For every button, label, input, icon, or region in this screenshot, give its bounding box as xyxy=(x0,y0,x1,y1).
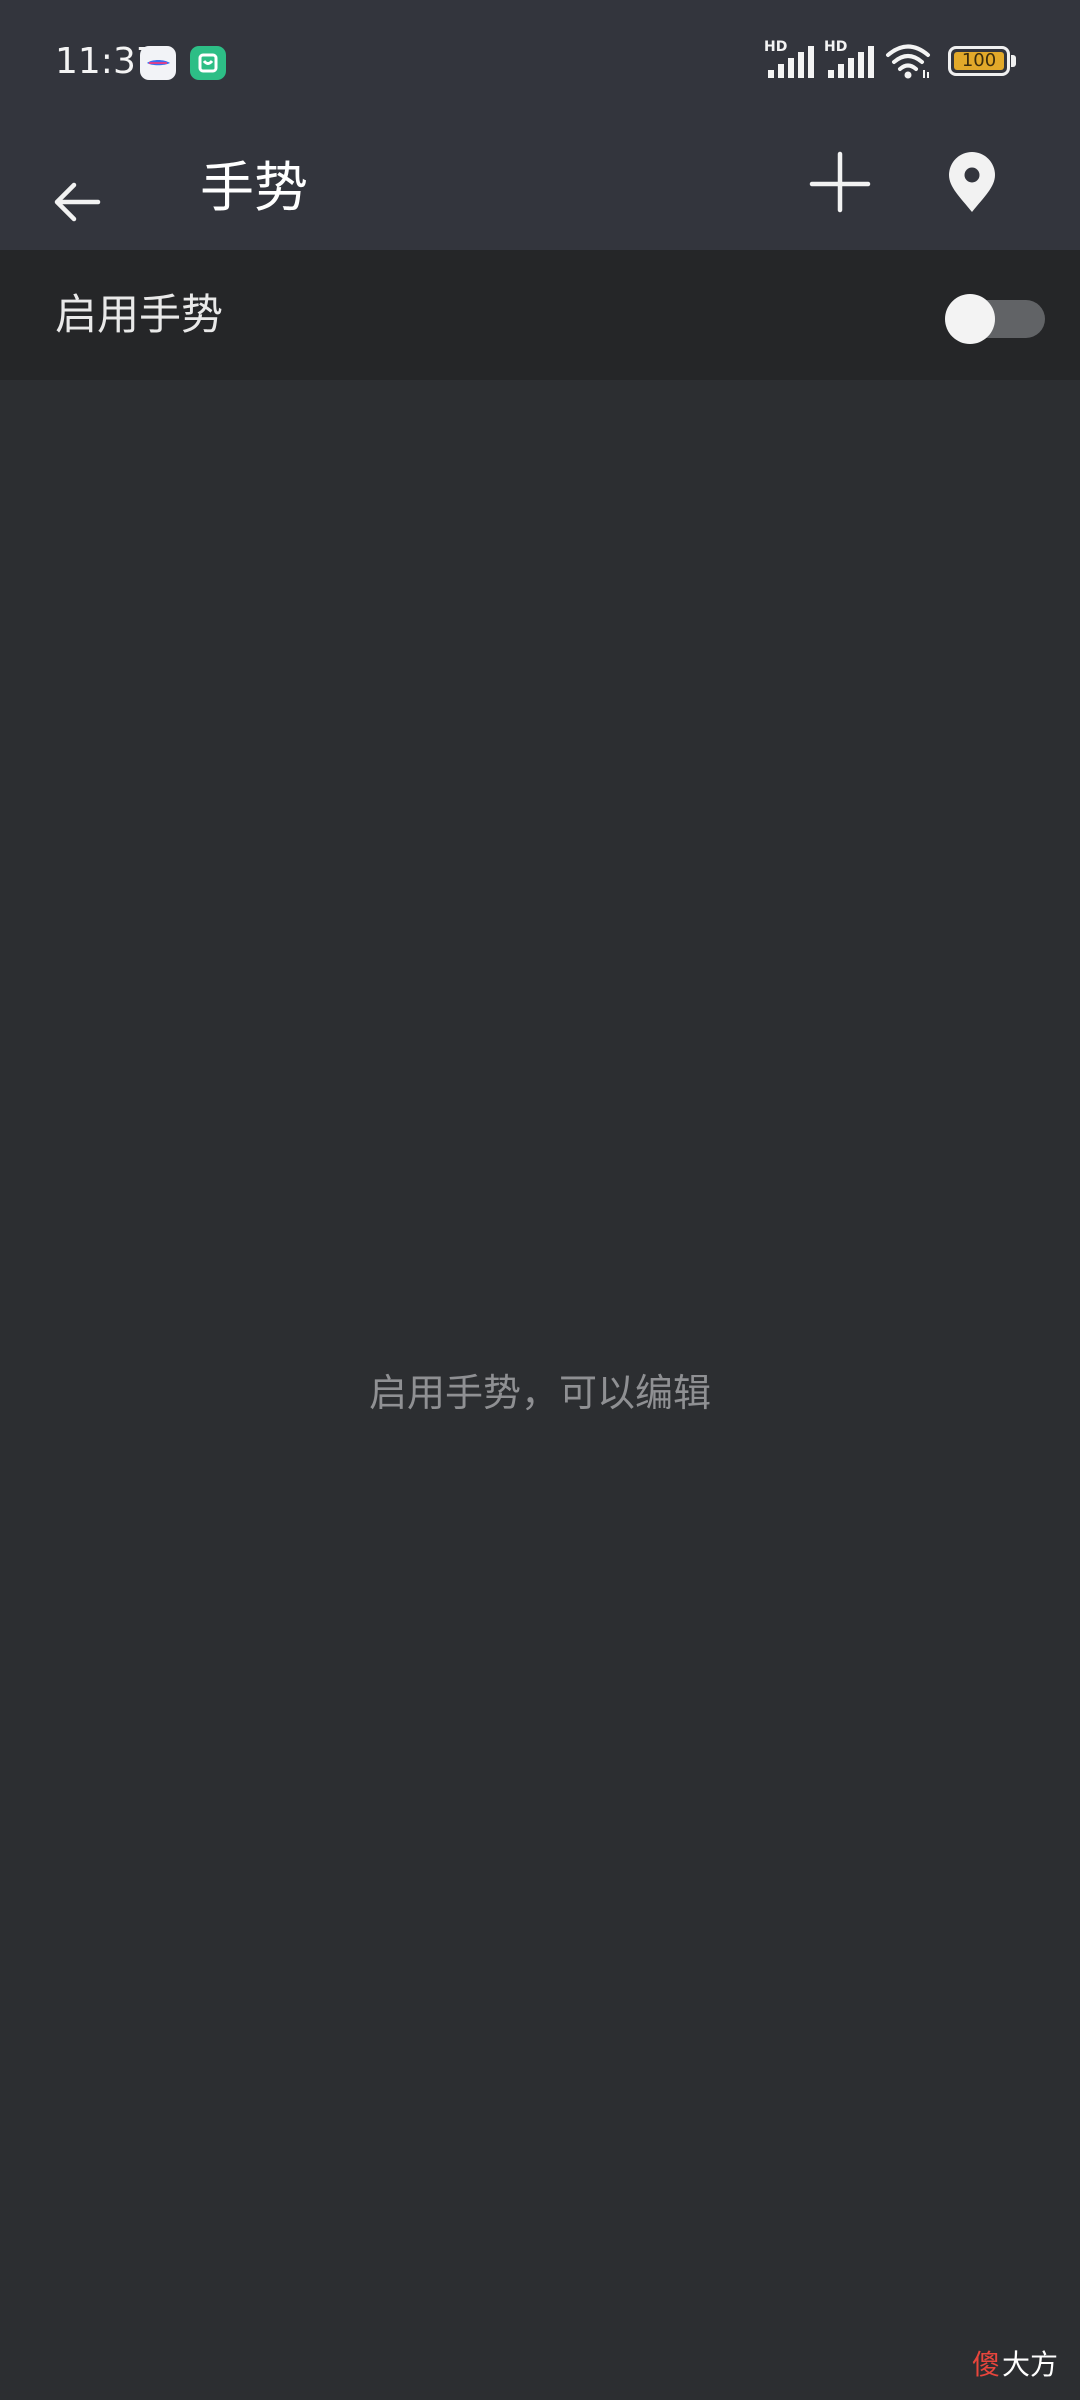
battery-percent: 100 xyxy=(961,50,997,71)
arrow-left-icon xyxy=(54,182,101,222)
empty-state-hint: 启用手势，可以编辑 xyxy=(368,1371,711,1415)
svg-text:傻: 傻 xyxy=(972,2348,1000,2381)
page-title: 手势 xyxy=(200,156,308,219)
mi-home-app-icon xyxy=(190,46,226,80)
enable-gesture-toggle[interactable] xyxy=(945,294,1045,344)
location-button[interactable] xyxy=(932,142,1012,222)
wifi-icon xyxy=(884,42,934,86)
gesture-list-area: 启用手势，可以编辑 xyxy=(0,380,1080,2400)
cellular-signal-1-icon: HD xyxy=(764,40,822,82)
enable-gesture-label: 启用手势 xyxy=(55,290,224,339)
add-gesture-button[interactable] xyxy=(800,142,880,222)
battery-icon: 100 xyxy=(948,46,1016,76)
svg-text:大方: 大方 xyxy=(1002,2348,1058,2381)
location-pin-icon xyxy=(949,152,995,212)
toggle-thumb xyxy=(945,294,995,344)
enable-gesture-row[interactable]: 启用手势 xyxy=(0,250,1080,380)
battery-nub xyxy=(1011,55,1016,67)
ink-app-icon xyxy=(140,46,176,80)
back-button[interactable] xyxy=(40,150,120,230)
status-bar: 11:37 HD HD 100 xyxy=(0,0,1080,120)
cellular-signal-2-icon: HD xyxy=(824,40,882,82)
watermark-logo: 傻 大方 xyxy=(970,2336,1064,2386)
app-bar: 手势 xyxy=(0,120,1080,250)
plus-icon xyxy=(809,151,871,213)
